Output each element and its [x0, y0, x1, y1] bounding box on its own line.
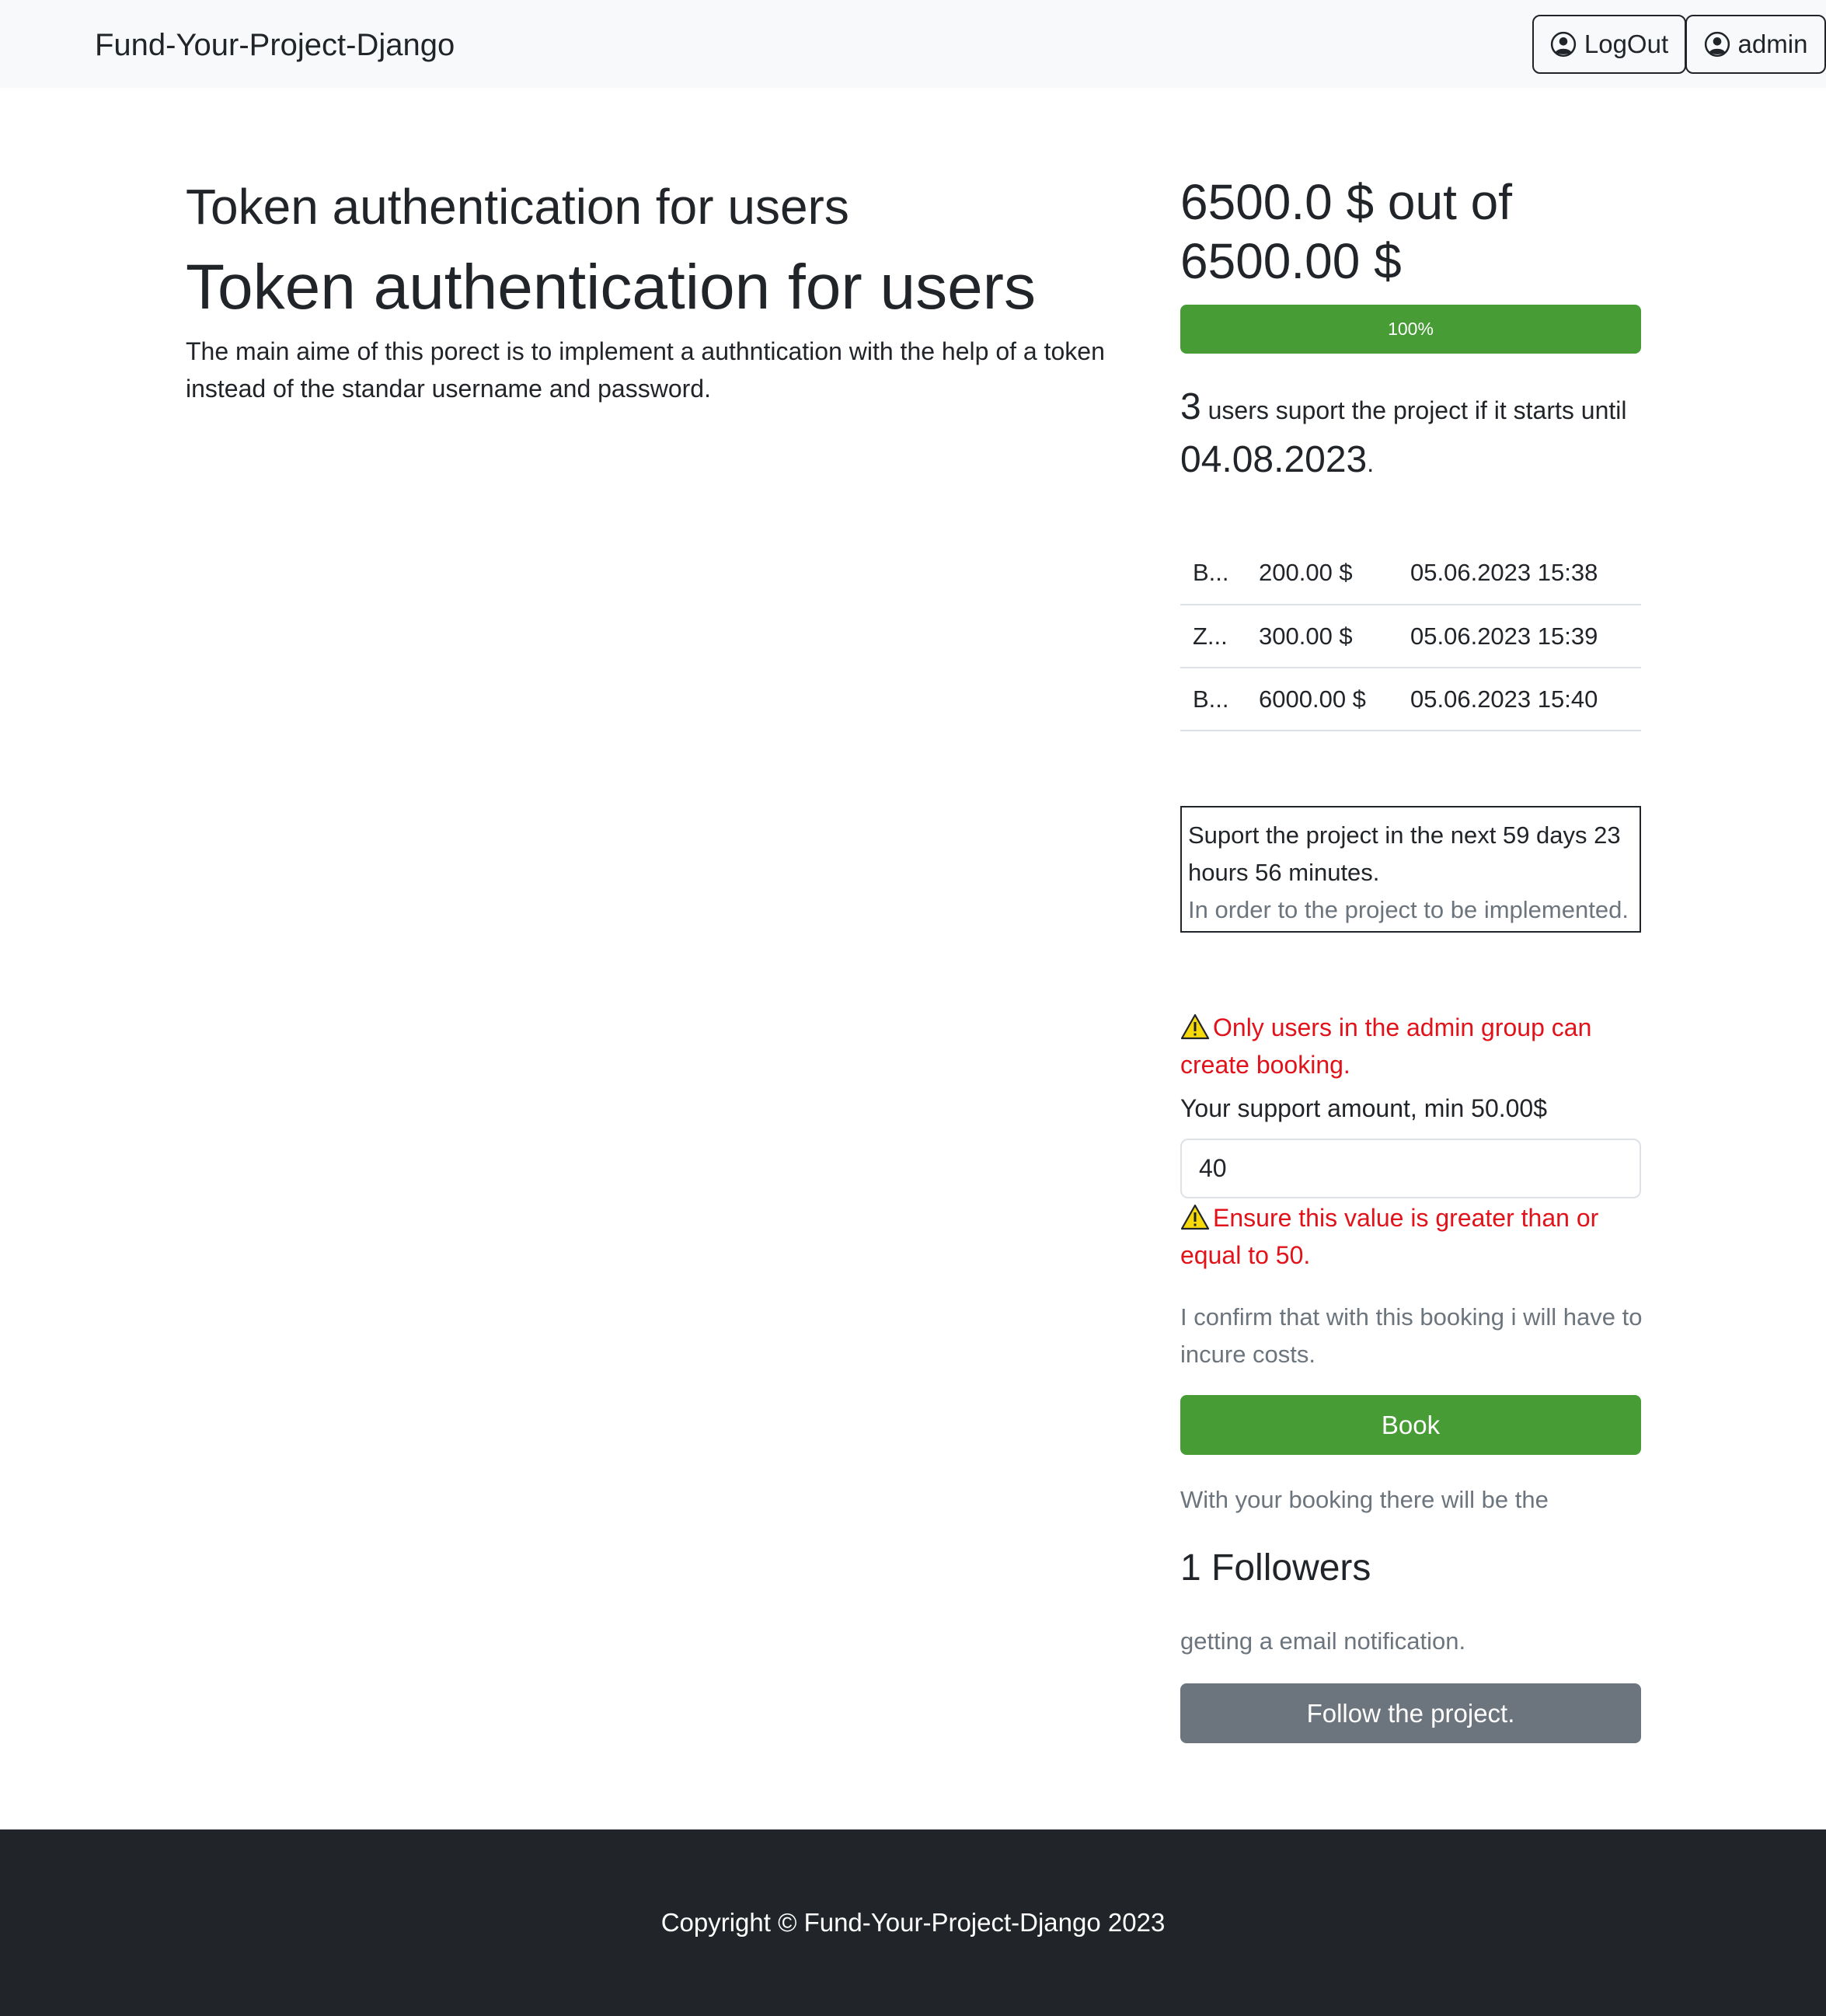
- validation-error: Ensure this value is greater than or equ…: [1180, 1199, 1647, 1274]
- booking-user: B...: [1180, 668, 1246, 731]
- followers-count: 1 Followers: [1180, 1547, 1371, 1589]
- time-left-text: Suport the project in the next 59 days 2…: [1188, 821, 1621, 886]
- support-amount-input[interactable]: [1180, 1139, 1641, 1198]
- time-left-subtext: In order to the project to be implemente…: [1188, 896, 1629, 923]
- progress-label: 100%: [1388, 319, 1434, 339]
- validation-error-text: Ensure this value is greater than or equ…: [1180, 1204, 1599, 1269]
- booking-user: B...: [1180, 542, 1246, 605]
- supporters-text: users suport the project if it starts un…: [1200, 396, 1627, 424]
- user-circle-icon: [1550, 31, 1577, 58]
- project-title: Token authentication for users: [186, 252, 1036, 323]
- follow-project-button[interactable]: Follow the project.: [1180, 1683, 1641, 1743]
- booking-user: Z...: [1180, 605, 1246, 668]
- table-row: B... 200.00 $ 05.06.2023 15:38: [1180, 542, 1641, 605]
- warning-triangle-icon: [1180, 1204, 1210, 1230]
- user-label: admin: [1737, 30, 1808, 58]
- logout-button[interactable]: LogOut: [1532, 15, 1686, 74]
- booking-date: 05.06.2023 15:39: [1398, 605, 1641, 668]
- booking-amount: 6000.00 $: [1246, 668, 1398, 731]
- footer: Copyright © Fund-Your-Project-Django 202…: [0, 1829, 1826, 2016]
- followers-post-text: getting a email notification.: [1180, 1627, 1466, 1655]
- supporters-count: 3: [1180, 386, 1201, 427]
- warning-triangle-icon: [1180, 1013, 1210, 1040]
- booking-date: 05.06.2023 15:40: [1398, 668, 1641, 731]
- logout-label: LogOut: [1584, 30, 1669, 58]
- navbar: Fund-Your-Project-Django LogOut admin: [0, 0, 1826, 88]
- table-row: Z... 300.00 $ 05.06.2023 15:39: [1180, 605, 1641, 668]
- admin-warning: Only users in the admin group can create…: [1180, 1009, 1647, 1083]
- amount-label: Your support amount, min 50.00$: [1180, 1094, 1548, 1122]
- confirm-text: I confirm that with this booking i will …: [1180, 1303, 1643, 1368]
- funding-amount: 6500.0 $ out of 6500.00 $: [1180, 174, 1513, 289]
- deadline-date: 04.08.2023: [1180, 439, 1368, 480]
- user-menu-button[interactable]: admin: [1685, 15, 1826, 74]
- booking-amount: 300.00 $: [1246, 605, 1398, 668]
- user-circle-icon: [1704, 31, 1730, 58]
- time-left-notice: Suport the project in the next 59 days 2…: [1180, 806, 1641, 933]
- booking-amount: 200.00 $: [1246, 542, 1398, 605]
- followers-pre-text: With your booking there will be the: [1180, 1486, 1549, 1513]
- copyright-text: Copyright © Fund-Your-Project-Django 202…: [660, 1908, 1166, 1937]
- bookings-table: B... 200.00 $ 05.06.2023 15:38 Z... 300.…: [1180, 542, 1641, 731]
- progress-fill: 100%: [1180, 305, 1641, 354]
- table-row: B... 6000.00 $ 05.06.2023 15:40: [1180, 668, 1641, 731]
- project-title-small: Token authentication for users: [186, 179, 849, 235]
- booking-date: 05.06.2023 15:38: [1398, 542, 1641, 605]
- admin-warning-text: Only users in the admin group can create…: [1180, 1013, 1592, 1079]
- project-description: The main aime of this porect is to imple…: [186, 337, 1105, 403]
- book-button[interactable]: Book: [1180, 1395, 1641, 1455]
- funding-progress-bar: 100%: [1180, 305, 1641, 354]
- brand-link[interactable]: Fund-Your-Project-Django: [95, 23, 455, 67]
- deadline-suffix: .: [1367, 449, 1375, 477]
- supporters-summary: 3 users suport the project if it starts …: [1180, 382, 1647, 488]
